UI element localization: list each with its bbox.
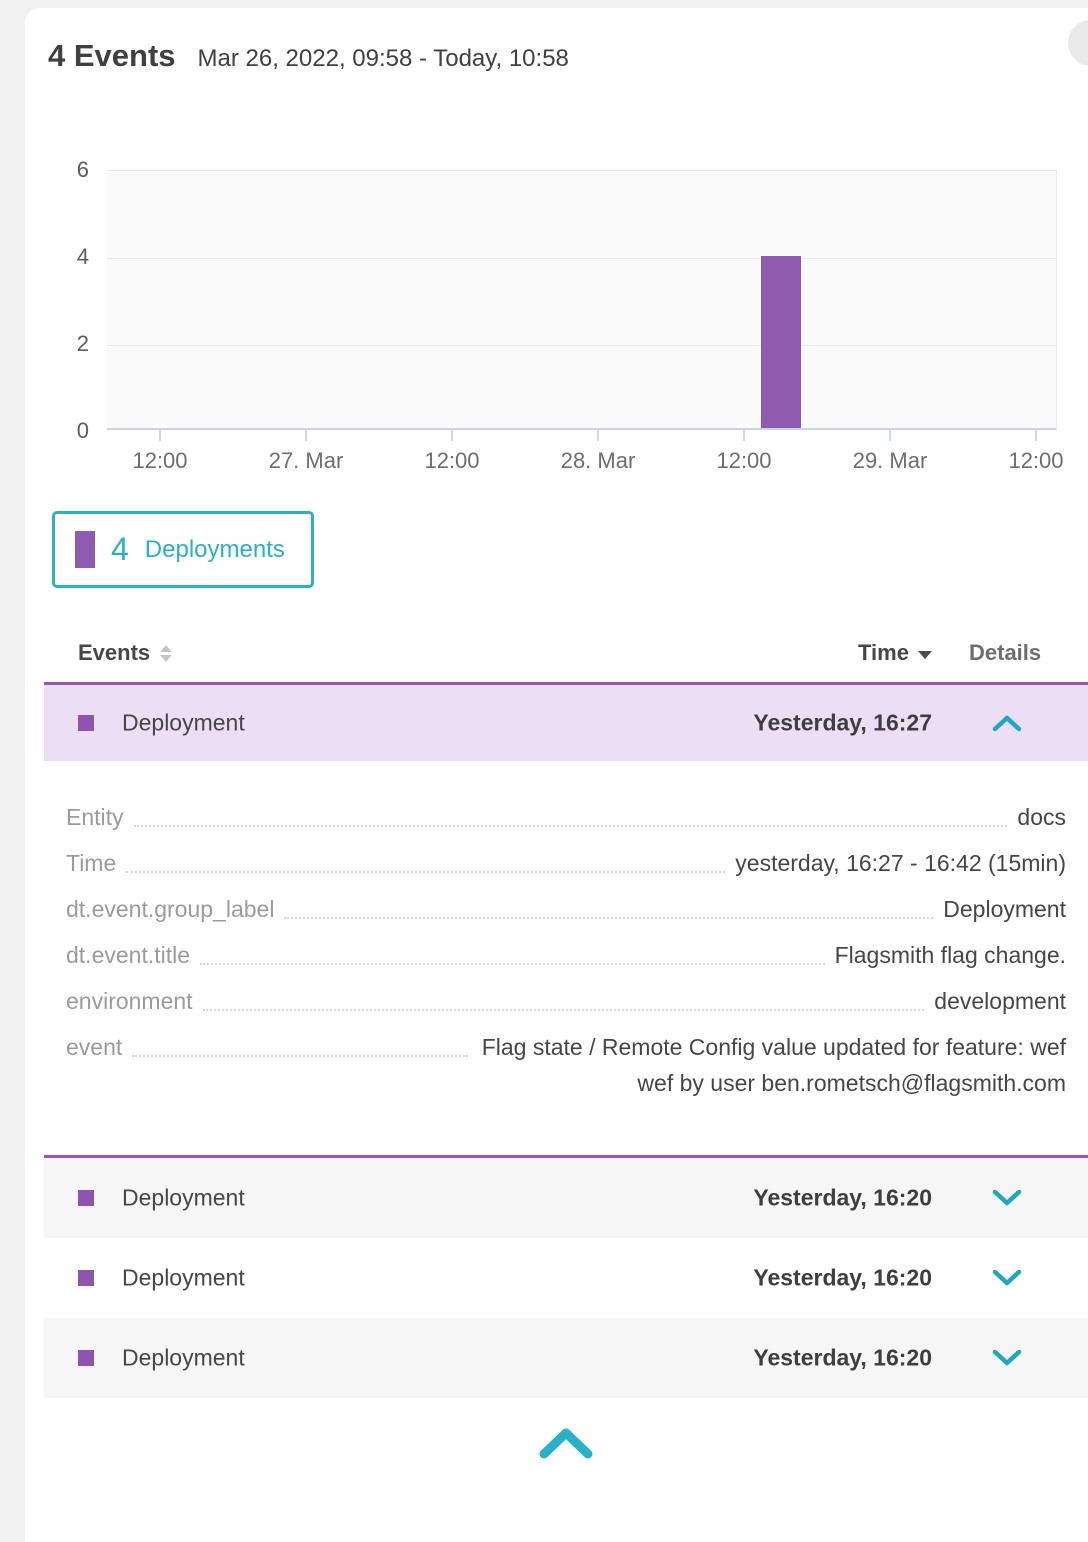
detail-row: dt.event.title Flagsmith flag change. [66,937,1066,973]
detail-value: Flagsmith flag change. [835,937,1066,973]
detail-row: Entity docs [66,799,1066,835]
events-table: Events Time Details Deployment Yesterday… [44,630,1088,1465]
panel-header: 4 Events Mar 26, 2022, 09:58 - Today, 10… [48,38,569,74]
event-group-collapsed: Deployment Yesterday, 16:20 Deployment Y… [44,1155,1088,1398]
dotted-leader [284,917,933,919]
collapse-panel-control [44,1426,1088,1465]
y-axis-tick: 2 [43,330,89,358]
detail-key: Entity [66,799,124,835]
deployments-swatch-icon [75,531,95,568]
column-header-events[interactable]: Events [78,640,172,666]
detail-row: Time yesterday, 16:27 - 16:42 (15min) [66,845,1066,881]
x-axis-tickmark [597,430,599,441]
x-axis-tick: 29. Mar [853,448,928,474]
chevron-down-icon[interactable] [992,1349,1022,1367]
chevron-down-icon[interactable] [992,1269,1022,1287]
detail-value: Flag state / Remote Config value updated… [478,1029,1066,1101]
detail-value: Deployment [943,891,1066,927]
deployment-swatch-icon [78,715,94,731]
legend-deployments-toggle[interactable]: 4 Deployments [52,511,314,588]
deployment-swatch-icon [78,1270,94,1286]
info-icon[interactable]: i [1068,20,1088,66]
event-type-label: Deployment [122,1345,245,1372]
x-axis-tick: 12:00 [716,448,771,474]
detail-value: yesterday, 16:27 - 16:42 (15min) [735,845,1066,881]
event-time-label: Yesterday, 16:20 [753,1185,932,1212]
timeframe-label: Mar 26, 2022, 09:58 - Today, 10:58 [198,45,569,73]
x-axis-tick: 27. Mar [269,448,344,474]
time-header-label: Time [858,640,909,666]
dotted-leader [200,963,825,965]
event-type-label: Deployment [122,710,245,737]
detail-key: dt.event.title [66,937,190,973]
plot-area [107,170,1057,430]
x-axis-tick: 28. Mar [561,448,636,474]
event-group-expanded: Deployment Yesterday, 16:27 Entity docs … [44,682,1088,1155]
y-axis-tick: 6 [43,156,89,184]
x-axis-tick: 12:00 [1008,448,1063,474]
event-type-label: Deployment [122,1265,245,1292]
detail-value: docs [1017,799,1066,835]
legend-label: Deployments [145,536,285,564]
deployments-bar[interactable] [761,256,801,428]
x-axis-tick: 12:00 [424,448,479,474]
table-row[interactable]: Deployment Yesterday, 16:20 [44,1158,1088,1238]
chevron-up-icon[interactable] [992,714,1022,732]
table-row[interactable]: Deployment Yesterday, 16:27 [44,685,1088,761]
x-axis-tick: 12:00 [132,448,187,474]
collapse-chevron-up-icon[interactable] [538,1426,594,1460]
y-axis-tick: 4 [43,243,89,271]
dotted-leader [203,1009,925,1011]
column-header-time[interactable]: Time [858,640,932,666]
x-axis-tickmark [305,430,307,441]
event-time-label: Yesterday, 16:20 [753,1345,932,1372]
table-row[interactable]: Deployment Yesterday, 16:20 [44,1318,1088,1398]
legend-count: 4 [111,531,129,568]
x-axis-tickmark [889,430,891,441]
table-row[interactable]: Deployment Yesterday, 16:20 [44,1238,1088,1318]
detail-key: environment [66,983,193,1019]
detail-row: environment development [66,983,1066,1019]
chevron-down-icon[interactable] [992,1189,1022,1207]
dotted-leader [134,825,1008,827]
event-time-label: Yesterday, 16:20 [753,1265,932,1292]
y-axis-tick: 0 [43,417,89,445]
column-header-details: Details [969,640,1041,666]
event-details: Entity docs Time yesterday, 16:27 - 16:4… [44,761,1088,1155]
events-header-label: Events [78,640,150,666]
events-panel: i 4 Events Mar 26, 2022, 09:58 - Today, … [25,8,1088,1542]
detail-key: dt.event.group_label [66,891,274,927]
deployment-swatch-icon [78,1190,94,1206]
page-title: 4 Events [48,38,176,74]
x-axis-tickmark [159,430,161,441]
detail-row: event Flag state / Remote Config value u… [66,1029,1066,1101]
event-time-label: Yesterday, 16:27 [753,710,932,737]
table-header: Events Time Details [44,630,1088,682]
detail-key: event [66,1029,122,1101]
detail-row: dt.event.group_label Deployment [66,891,1066,927]
x-axis-tickmark [743,430,745,441]
sort-desc-icon [918,651,932,659]
detail-key: Time [66,845,116,881]
x-axis-tickmark [1035,430,1037,441]
dotted-leader [132,1055,468,1057]
sort-icon [160,645,172,662]
detail-value: development [934,983,1066,1019]
event-type-label: Deployment [122,1185,245,1212]
gridline [107,345,1056,346]
dotted-leader [126,871,725,873]
deployment-swatch-icon [78,1350,94,1366]
x-axis-tickmark [451,430,453,441]
gridline [107,258,1056,259]
